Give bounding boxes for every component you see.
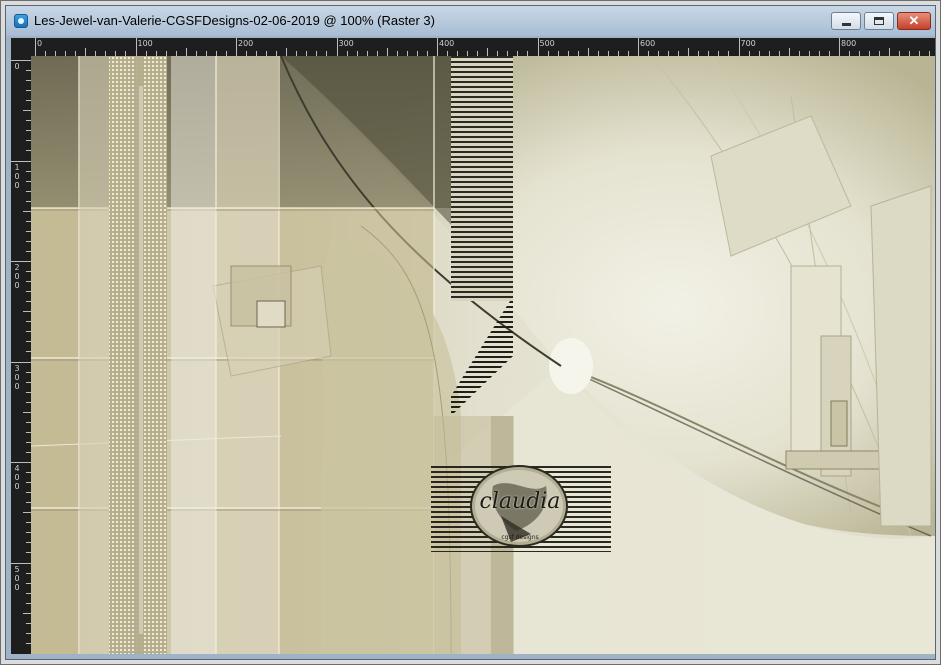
window-frame: Les-Jewel-van-Valerie-CGSFDesigns-02-06-… [0,0,941,665]
maximize-icon [874,17,884,25]
watermark-text: claudia [479,489,561,514]
ruler-tick [236,38,237,56]
horizontal-ruler[interactable]: 0 100 200 300 400 500 600 700 800 [31,38,935,56]
ruler-tick [286,48,288,56]
ruler-tick [85,48,87,56]
ruler-label: 400 [14,464,20,491]
ruler-tick [11,261,31,262]
ruler-tick [386,48,388,56]
ruler-label: 500 [14,564,20,592]
ruler-tick [11,160,31,162]
ruler-label: 100 [14,162,20,190]
ruler-tick [788,48,790,56]
ruler-label: 700 [740,39,756,48]
ruler-tick [11,462,31,463]
minimize-button[interactable] [831,12,861,30]
ruler-label: 0 [37,39,43,48]
close-icon: ✕ [908,13,920,28]
ruler-label: 500 [539,39,555,48]
ruler-tick [23,612,31,614]
ruler-label: 200 [14,263,20,290]
ruler-tick [437,38,438,56]
ruler-label: 0 [14,62,20,71]
ruler-tick [11,361,31,363]
ruler-corner [11,38,31,56]
ruler-tick [23,210,31,212]
ruler-tick [11,562,31,564]
ruler-tick [23,311,31,313]
ruler-tick [23,110,31,112]
document-window: Les-Jewel-van-Valerie-CGSFDesigns-02-06-… [5,5,936,660]
ruler-tick [839,38,840,56]
image-canvas[interactable]: claudia cgsf designs [31,56,935,654]
ruler-label: 100 [137,39,153,48]
ruler-tick [738,38,740,56]
ruler-label: 200 [238,39,254,48]
ruler-label: 800 [841,39,857,48]
ruler-tick [638,38,639,56]
ruler-tick [688,48,690,56]
ruler-tick [587,48,589,56]
watermark-subtext: cgsf designs [501,534,539,541]
ruler-tick [336,38,338,56]
ruler-tick [487,48,489,56]
maximize-button[interactable] [864,12,894,30]
ruler-label: 600 [640,39,656,48]
window-title: Les-Jewel-van-Valerie-CGSFDesigns-02-06-… [34,13,435,28]
ruler-tick [537,38,539,56]
title-bar[interactable]: Les-Jewel-van-Valerie-CGSFDesigns-02-06-… [6,6,935,36]
ruler-label: 400 [439,39,455,48]
ruler-tick [23,411,31,413]
ruler-tick [23,512,31,514]
ruler-tick [889,48,891,56]
close-button[interactable]: ✕ [897,12,931,30]
ruler-tick [185,48,187,56]
canvas-artwork [31,56,935,654]
ruler-tick [135,38,137,56]
app-icon[interactable] [14,14,28,28]
ruler-label: 300 [14,363,20,391]
minimize-icon [841,22,851,26]
vertical-ruler[interactable]: 0 100 200 300 400 500 [11,56,31,654]
ruler-tick [35,38,36,56]
ruler-tick [11,60,31,61]
ruler-label: 300 [338,39,354,48]
